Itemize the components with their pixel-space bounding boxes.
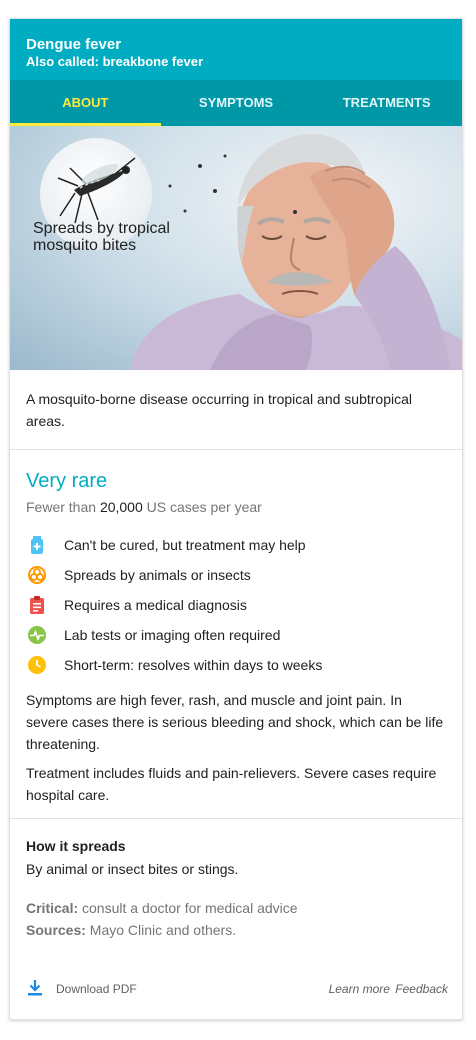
rarity-section: Very rare Fewer than 20,000 US cases per… xyxy=(10,450,462,680)
spread-heading: How it spreads xyxy=(26,838,126,854)
biohazard-icon xyxy=(26,564,48,586)
rarity-title: Very rare xyxy=(26,470,108,492)
fact-item: Requires a medical diagnosis xyxy=(26,590,446,620)
spread-text: By animal or insect bites or stings. xyxy=(26,861,239,877)
medicine-bottle-icon xyxy=(26,534,48,556)
fact-item: Lab tests or imaging often required xyxy=(26,620,446,650)
fact-text: Requires a medical diagnosis xyxy=(64,597,247,613)
learn-more-link[interactable]: Learn more xyxy=(329,982,390,996)
fact-text: Short-term: resolves within days to week… xyxy=(64,657,323,673)
condition-title: Dengue fever xyxy=(26,36,122,53)
how-it-spreads-section: How it spreads By animal or insect bites… xyxy=(10,819,462,879)
sources-label: Sources: xyxy=(26,922,86,938)
sources-text: Mayo Clinic and others. xyxy=(85,922,237,938)
fact-item: Can't be cured, but treatment may help xyxy=(26,530,446,560)
fact-text: Lab tests or imaging often required xyxy=(64,627,281,643)
critical-note: Critical: consult a doctor for medical a… xyxy=(26,897,446,919)
feedback-link[interactable]: Feedback xyxy=(395,982,448,996)
rarity-suffix: US cases per year xyxy=(142,499,262,515)
treatment-paragraph: Treatment includes fluids and pain-relie… xyxy=(26,765,437,803)
critical-label: Critical: xyxy=(26,900,79,916)
health-card: Dengue fever Also called: breakbone feve… xyxy=(9,18,463,1020)
clipboard-icon xyxy=(26,594,48,616)
fact-item: Short-term: resolves within days to week… xyxy=(26,650,446,680)
tab-treatments[interactable]: TREATMENTS xyxy=(311,80,462,126)
pulse-icon xyxy=(26,624,48,646)
facts-list: Can't be cured, but treatment may help S… xyxy=(26,530,446,680)
critical-text: consult a doctor for medical advice xyxy=(78,900,298,916)
clock-icon xyxy=(26,654,48,676)
download-icon xyxy=(28,979,42,999)
condition-description: A mosquito-borne disease occurring in tr… xyxy=(10,370,462,450)
rarity-number: 20,000 xyxy=(99,499,143,515)
card-header: Dengue fever Also called: breakbone feve… xyxy=(10,19,462,80)
hero-caption-line2: mosquito bites xyxy=(33,237,137,254)
card-footer: Download PDF Learn more Feedback xyxy=(10,959,462,1019)
fact-text: Spreads by animals or insects xyxy=(64,567,251,583)
hero-illustration: Spreads by tropical mosquito bites xyxy=(10,126,462,370)
condition-alias: Also called: breakbone fever xyxy=(26,54,204,69)
fact-text: Can't be cured, but treatment may help xyxy=(64,537,306,553)
symptoms-paragraph: Symptoms are high fever, rash, and muscl… xyxy=(26,692,444,752)
download-pdf-link[interactable]: Download PDF xyxy=(28,979,137,999)
tab-bar: ABOUT SYMPTOMS TREATMENTS xyxy=(10,80,462,126)
fact-item: Spreads by animals or insects xyxy=(26,560,446,590)
notes-section: Critical: consult a doctor for medical a… xyxy=(10,879,462,941)
tab-symptoms[interactable]: SYMPTOMS xyxy=(161,80,312,126)
tab-about[interactable]: ABOUT xyxy=(10,80,161,126)
download-label: Download PDF xyxy=(56,982,137,996)
sources-note: Sources: Mayo Clinic and others. xyxy=(26,919,446,941)
footer-links: Learn more Feedback xyxy=(329,982,448,996)
rarity-prefix: Fewer than xyxy=(26,499,100,515)
rarity-subtitle: Fewer than 20,000 US cases per year xyxy=(26,497,446,517)
hero-caption: Spreads by tropical mosquito bites xyxy=(33,220,203,254)
hero-caption-line1: Spreads by tropical xyxy=(33,220,170,237)
